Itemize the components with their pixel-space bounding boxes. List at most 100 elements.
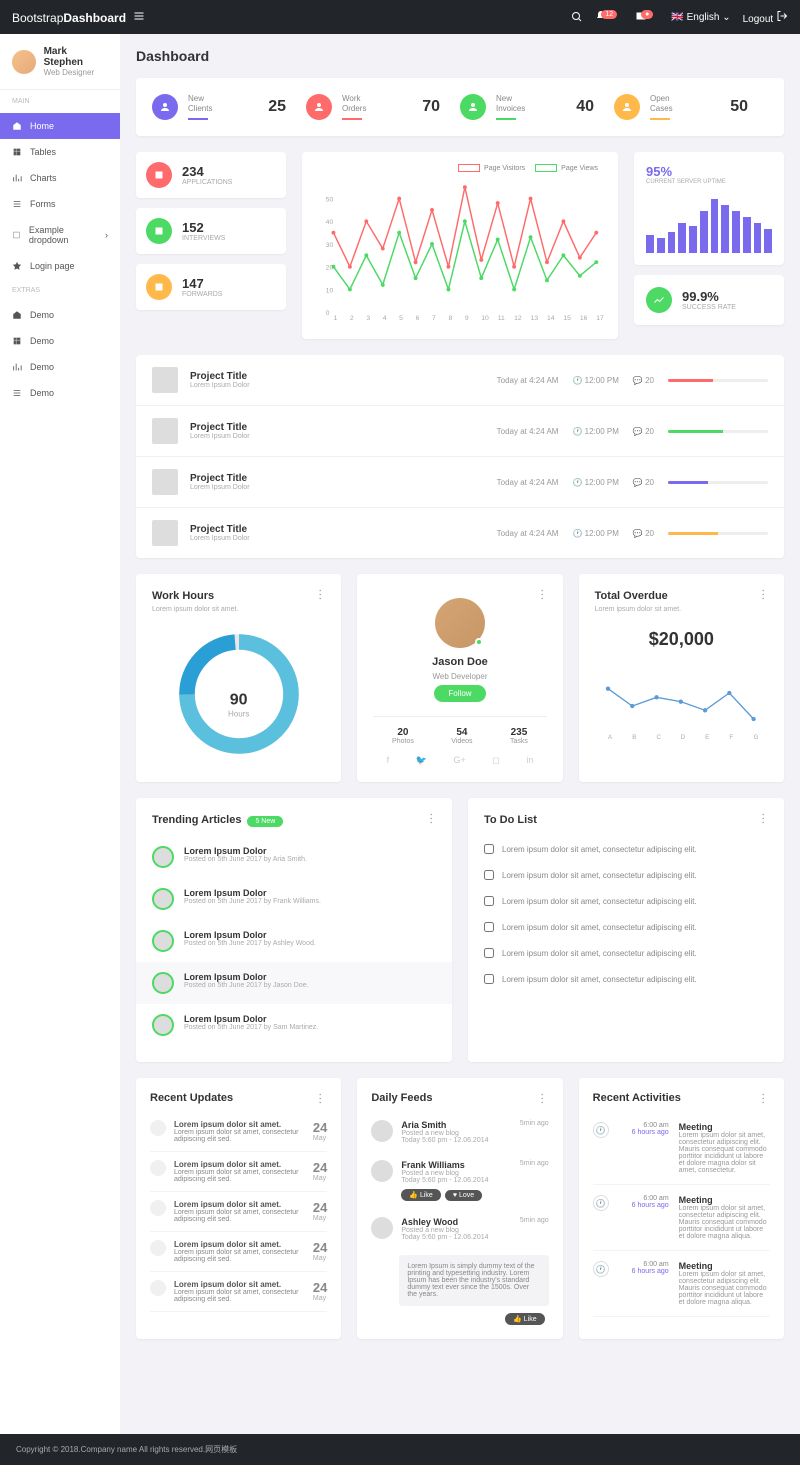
footer: Copyright © 2018.Company name All rights…: [0, 1434, 800, 1465]
todo-checkbox[interactable]: [484, 922, 494, 932]
uptime-bar: [754, 223, 762, 253]
logout-link[interactable]: Logout: [743, 10, 788, 25]
language-selector[interactable]: 🇬🇧 English ⌄: [671, 12, 730, 23]
project-thumb: [152, 418, 178, 444]
search-icon[interactable]: [571, 11, 583, 23]
more-icon[interactable]: ⋯: [756, 1093, 770, 1106]
todo-item[interactable]: Lorem ipsum dolor sit amet, consectetur …: [484, 914, 768, 940]
todo-item[interactable]: Lorem ipsum dolor sit amet, consectetur …: [484, 966, 768, 992]
todo-checkbox[interactable]: [484, 870, 494, 880]
project-row[interactable]: Project TitleLorem Ipsum DolorToday at 4…: [136, 355, 784, 406]
todo-item[interactable]: Lorem ipsum dolor sit amet, consectetur …: [484, 862, 768, 888]
success-card: 99.9%SUCCESS RATE: [634, 275, 784, 325]
nav-tables[interactable]: Tables: [0, 139, 120, 165]
todo-item[interactable]: Lorem ipsum dolor sit amet, consectetur …: [484, 940, 768, 966]
clock-icon: 🕐: [593, 1261, 609, 1277]
article-item[interactable]: Lorem Ipsum DolorPosted on 5th June 2017…: [152, 878, 436, 920]
love-button[interactable]: ♥ Love: [445, 1190, 482, 1201]
instagram-icon[interactable]: ◻: [492, 755, 499, 766]
linkedin-icon[interactable]: in: [526, 755, 533, 766]
article-avatar: [152, 930, 174, 952]
svg-text:F: F: [729, 735, 733, 741]
article-avatar: [152, 888, 174, 910]
follow-button[interactable]: Follow: [434, 685, 485, 702]
nav-extra-1[interactable]: Demo: [0, 328, 120, 354]
stat-icon: [306, 94, 332, 120]
update-item[interactable]: Lorem ipsum dolor sit amet.Lorem ipsum d…: [150, 1112, 327, 1152]
svg-text:E: E: [705, 735, 709, 741]
svg-text:10: 10: [481, 315, 489, 322]
feed-item[interactable]: Ashley WoodPosted a new blogToday 5:60 p…: [371, 1209, 548, 1249]
mail-icon[interactable]: ●: [635, 10, 659, 25]
topbar-right: 12 ● 🇬🇧 English ⌄ Logout: [571, 10, 788, 25]
brand[interactable]: BootstrapDashboard: [12, 10, 145, 25]
facebook-icon[interactable]: f: [387, 755, 390, 766]
article-item[interactable]: Lorem Ipsum DolorPosted on 5th June 2017…: [152, 1004, 436, 1046]
menu-icon[interactable]: [133, 10, 145, 22]
todo-checkbox[interactable]: [484, 896, 494, 906]
more-icon[interactable]: ⋯: [757, 813, 771, 826]
like-button[interactable]: 👍 Like: [505, 1313, 545, 1325]
nav-forms[interactable]: Forms: [0, 191, 120, 217]
nav-extra-2[interactable]: Demo: [0, 354, 120, 380]
svg-text:B: B: [632, 735, 636, 741]
nav-example-dropdown[interactable]: Example dropdown›: [0, 217, 120, 253]
stat-icon: [460, 94, 486, 120]
user-stat: 235Tasks: [510, 727, 528, 745]
article-item[interactable]: Lorem Ipsum DolorPosted on 5th June 2017…: [136, 962, 452, 1004]
user-stat: 54Videos: [451, 727, 472, 745]
project-thumb: [152, 520, 178, 546]
article-item[interactable]: Lorem Ipsum DolorPosted on 5th June 2017…: [152, 836, 436, 878]
todo-checkbox[interactable]: [484, 948, 494, 958]
todo-checkbox[interactable]: [484, 844, 494, 854]
article-item[interactable]: Lorem Ipsum DolorPosted on 5th June 2017…: [152, 920, 436, 962]
notification-icon[interactable]: 12: [595, 10, 623, 25]
todo-item[interactable]: Lorem ipsum dolor sit amet, consectetur …: [484, 888, 768, 914]
uptime-card: 95% CURRENT SERVER UPTIME: [634, 152, 784, 265]
user-role: Web Designer: [44, 68, 108, 77]
stat-item: OpenCases50: [614, 94, 768, 120]
more-icon[interactable]: ⋯: [314, 1093, 328, 1106]
profile[interactable]: Mark StephenWeb Designer: [0, 34, 120, 90]
more-icon[interactable]: ⋯: [756, 589, 770, 602]
uptime-bar: [668, 232, 676, 253]
svg-text:40: 40: [326, 219, 334, 226]
more-icon[interactable]: ⋯: [535, 1093, 549, 1106]
project-row[interactable]: Project TitleLorem Ipsum DolorToday at 4…: [136, 457, 784, 508]
nav-charts[interactable]: Charts: [0, 165, 120, 191]
more-icon[interactable]: ⋯: [535, 589, 549, 602]
feed-item[interactable]: Frank WilliamsPosted a new blogToday 5:6…: [371, 1152, 548, 1209]
mini-stat: 234APPLICATIONS: [136, 152, 286, 198]
like-button[interactable]: 👍 Like: [401, 1189, 441, 1201]
nav-extra-3[interactable]: Demo: [0, 380, 120, 406]
svg-text:4: 4: [383, 315, 387, 322]
project-row[interactable]: Project TitleLorem Ipsum DolorToday at 4…: [136, 406, 784, 457]
nav-extra-0[interactable]: Demo: [0, 302, 120, 328]
google-icon[interactable]: G+: [453, 755, 465, 766]
update-icon: [150, 1280, 166, 1296]
svg-text:7: 7: [432, 315, 436, 322]
todo-item[interactable]: Lorem ipsum dolor sit amet, consectetur …: [484, 836, 768, 862]
svg-text:16: 16: [580, 315, 588, 322]
update-item[interactable]: Lorem ipsum dolor sit amet.Lorem ipsum d…: [150, 1192, 327, 1232]
feed-item[interactable]: Aria SmithPosted a new blogToday 5:60 pm…: [371, 1112, 548, 1152]
todo-checkbox[interactable]: [484, 974, 494, 984]
topbar: BootstrapDashboard 12 ● 🇬🇧 English ⌄ Log…: [0, 0, 800, 34]
svg-text:50: 50: [326, 196, 334, 203]
more-icon[interactable]: ⋯: [425, 813, 439, 826]
more-icon[interactable]: ⋯: [314, 589, 328, 602]
nav-login-page[interactable]: Login page: [0, 253, 120, 279]
user-name: Mark Stephen: [44, 46, 108, 68]
svg-text:5: 5: [399, 315, 403, 322]
update-item[interactable]: Lorem ipsum dolor sit amet.Lorem ipsum d…: [150, 1232, 327, 1272]
stat-icon: [614, 94, 640, 120]
update-item[interactable]: Lorem ipsum dolor sit amet.Lorem ipsum d…: [150, 1272, 327, 1312]
uptime-bar: [743, 217, 751, 253]
mini-icon: [146, 274, 172, 300]
project-row[interactable]: Project TitleLorem Ipsum DolorToday at 4…: [136, 508, 784, 558]
update-icon: [150, 1200, 166, 1216]
update-item[interactable]: Lorem ipsum dolor sit amet.Lorem ipsum d…: [150, 1152, 327, 1192]
twitter-icon[interactable]: 🐦: [416, 755, 427, 766]
nav-home[interactable]: Home: [0, 113, 120, 139]
uptime-bar: [689, 226, 697, 253]
